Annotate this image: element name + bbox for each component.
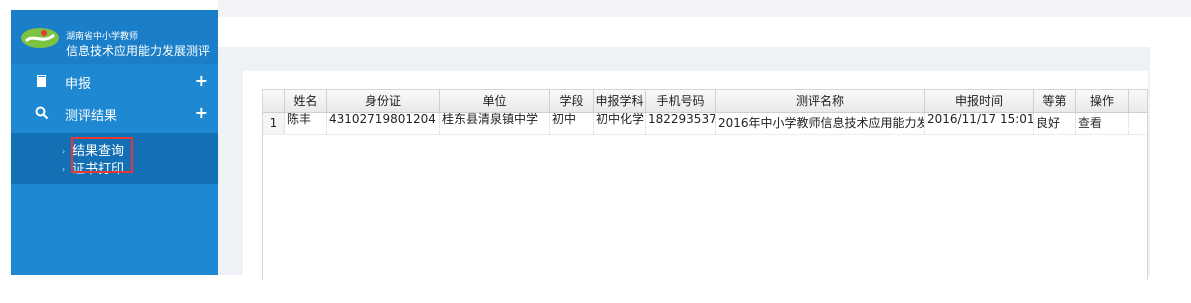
cell-unit: 桂东县清泉镇中学	[440, 113, 550, 134]
view-link[interactable]: 查看	[1076, 113, 1129, 134]
expand-icon[interactable]: +	[195, 71, 208, 90]
top-bar	[218, 0, 1191, 17]
column-header[interactable]: 姓名	[285, 90, 327, 112]
sidebar-item-declare[interactable]: 申报 +	[11, 68, 218, 96]
cell-grade: 良好	[1034, 113, 1076, 134]
sidebar-item-label: 申报	[65, 77, 92, 92]
header-area	[218, 17, 1150, 47]
column-header[interactable]: 学段	[550, 90, 594, 112]
column-header[interactable]: 测评名称	[716, 90, 925, 112]
sidebar-item-label: 测评结果	[65, 109, 118, 124]
sidebar-item-results[interactable]: 测评结果 +	[11, 100, 218, 128]
column-header[interactable]: 操作	[1076, 90, 1129, 112]
search-icon	[35, 106, 49, 120]
book-icon	[37, 75, 46, 87]
cell-phone: 18229353734	[646, 113, 716, 134]
logo-title: 信息技术应用能力发展测评	[66, 44, 211, 58]
cell-eval-name: 2016年中小学教师信息技术应用能力发	[716, 113, 925, 134]
column-header[interactable]: 单位	[440, 90, 550, 112]
cell-stage: 初中	[550, 113, 594, 134]
column-header[interactable]: 身份证	[327, 90, 440, 112]
sidebar: 湖南省中小学教师 信息技术应用能力发展测评 申报 + 测评结果 + › 结果查询 …	[11, 10, 218, 275]
column-header[interactable]: 申报时间	[925, 90, 1034, 112]
row-number: 1	[263, 113, 285, 134]
logo-subtitle: 湖南省中小学教师	[66, 32, 139, 42]
logo: 湖南省中小学教师 信息技术应用能力发展测评	[11, 10, 218, 64]
row-number-header	[263, 90, 285, 112]
expand-icon[interactable]: +	[195, 103, 208, 122]
results-table: 姓名 身份证 单位 学段 申报学科 手机号码 测评名称 申报时间 等第 操作 1…	[262, 89, 1148, 280]
column-header[interactable]: 手机号码	[646, 90, 716, 112]
highlight-box	[71, 137, 133, 173]
cell-subject: 初中化学	[594, 113, 646, 134]
cell-time: 2016/11/17 15:01	[925, 113, 1034, 134]
cell-name: 陈丰	[285, 113, 327, 134]
submenu: › 结果查询 › 证书打印	[11, 133, 218, 184]
table-row[interactable]: 1 陈丰 43102719801204 桂东县清泉镇中学 初中 初中化学 182…	[263, 113, 1147, 135]
column-header[interactable]: 等第	[1034, 90, 1076, 112]
table-header: 姓名 身份证 单位 学段 申报学科 手机号码 测评名称 申报时间 等第 操作	[263, 90, 1147, 113]
cell-id: 43102719801204	[327, 113, 440, 134]
logo-icon	[21, 28, 59, 48]
column-header[interactable]: 申报学科	[594, 90, 646, 112]
